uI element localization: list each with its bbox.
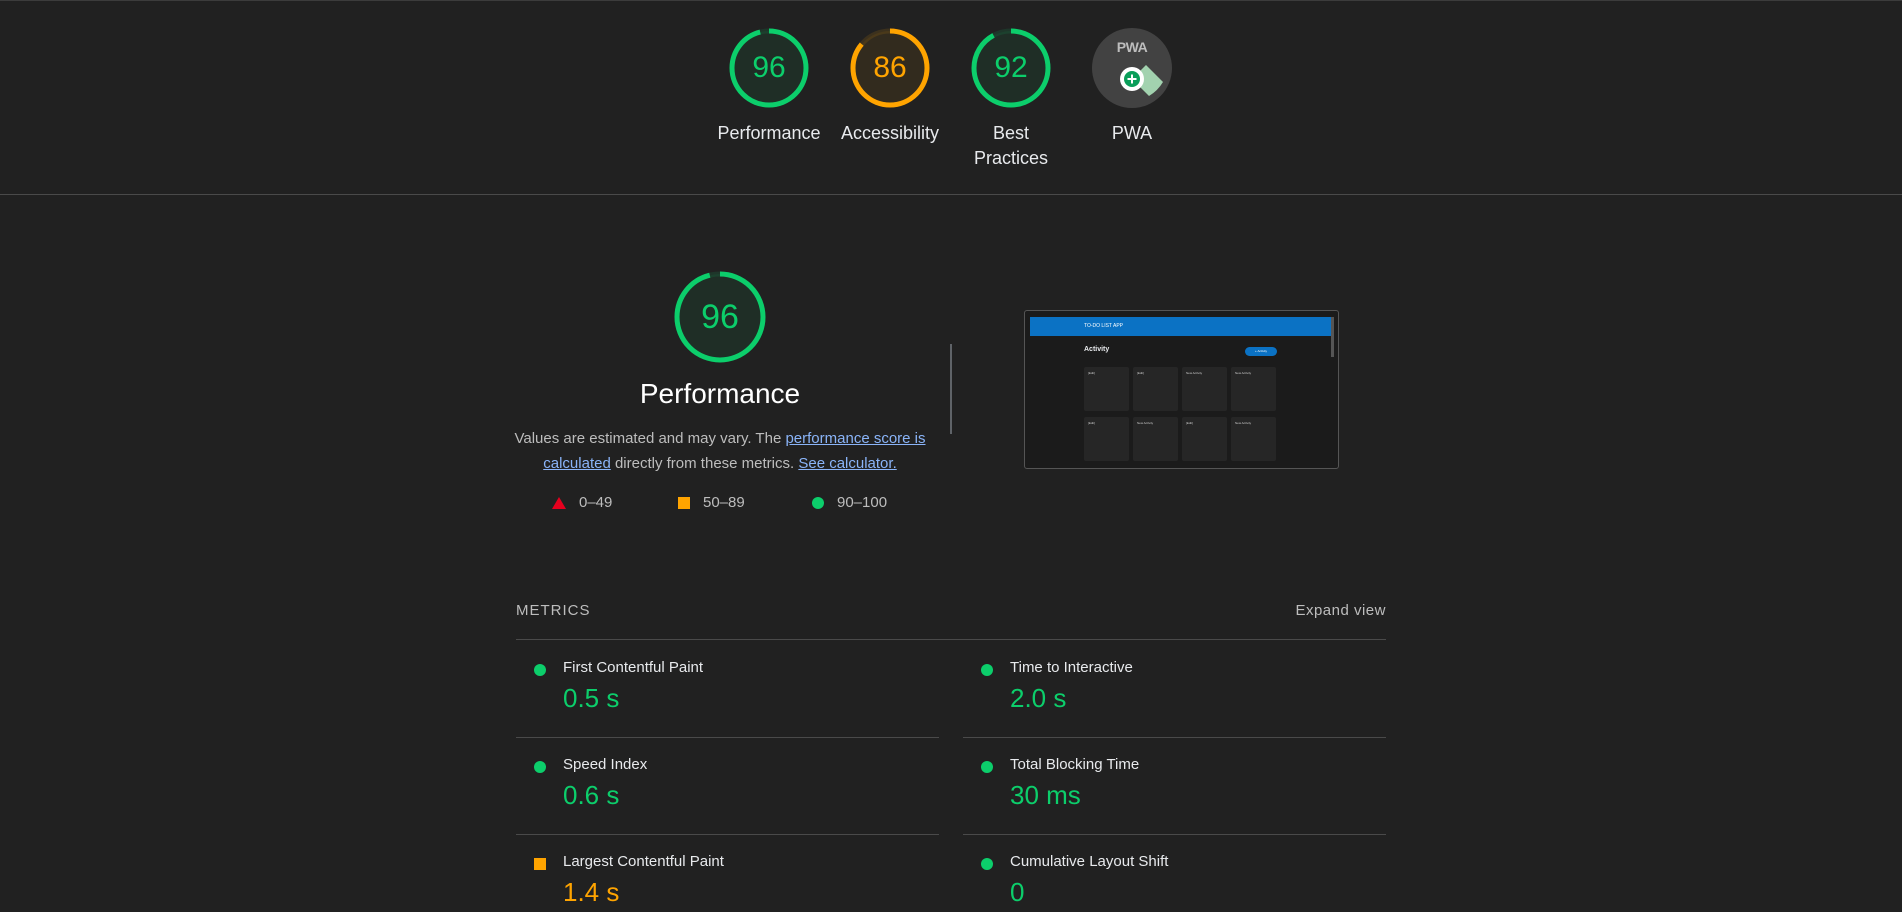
vertical-divider (950, 344, 952, 434)
thumb-card: [Edit] (1084, 367, 1129, 411)
gauge-score: 92 (994, 51, 1028, 84)
gauge-label: Best Practices (973, 123, 1049, 168)
legend-range: 90–100 (837, 494, 888, 511)
performance-header: 96 Performance Values are estimated and … (510, 270, 930, 476)
metric-label: Largest Contentful Paint (563, 853, 724, 870)
gauge-pwa[interactable]: PWA PWA (1067, 27, 1197, 146)
performance-gauge: 96 (673, 270, 767, 364)
legend-pass: 90–100 (812, 494, 887, 511)
pass-indicator-icon (981, 664, 993, 676)
score-scale-legend: 0–49 50–89 90–100 (548, 494, 908, 516)
circle-icon (812, 496, 824, 509)
thumb-card-label: [Edit] (1186, 421, 1193, 425)
description-text: directly from these metrics. (610, 455, 799, 472)
metrics-header: METRICS Expand view (516, 602, 1386, 640)
thumb-card: [Edit] (1084, 417, 1129, 461)
metric-first-contentful-paint[interactable]: First Contentful Paint 0.5 s (516, 641, 939, 738)
metric-largest-contentful-paint[interactable]: Largest Contentful Paint 1.4 s (516, 835, 939, 912)
thumb-card: New Activity (1231, 417, 1276, 461)
legend-average: 50–89 (678, 494, 745, 511)
metric-label: Speed Index (563, 756, 648, 773)
pwa-badge-icon: PWA (1091, 27, 1173, 109)
thumb-card-label: [Edit] (1137, 371, 1144, 375)
gauge-best-practices[interactable]: 92 Best Practices (946, 27, 1076, 171)
metric-label: Cumulative Layout Shift (1010, 853, 1169, 870)
thumb-card-label: New Activity (1186, 371, 1203, 375)
triangle-icon (552, 496, 566, 509)
category-score-strip: 96 Performance 86 Accessibility 92 Best … (0, 0, 1902, 195)
gauge-label: Performance (717, 123, 821, 143)
thumb-app-bar: TO-DO LIST APP (1030, 317, 1332, 336)
metric-total-blocking-time[interactable]: Total Blocking Time 30 ms (963, 738, 1386, 835)
thumb-heading: Activity (1084, 346, 1110, 353)
gauge-label: Accessibility (840, 123, 940, 143)
description-text: Values are estimated and may vary. The (514, 430, 786, 447)
metric-value: 2.0 s (1010, 683, 1067, 713)
thumb-card: [Edit] (1182, 417, 1227, 461)
thumb-card-label: New Activity (1235, 421, 1252, 425)
metric-label: First Contentful Paint (563, 659, 704, 676)
thumb-card-label: [Edit] (1088, 421, 1095, 425)
see-calculator-link[interactable]: See calculator. (798, 455, 896, 472)
metric-speed-index[interactable]: Speed Index 0.6 s (516, 738, 939, 835)
gauge-performance[interactable]: 96 Performance (704, 27, 834, 146)
thumb-card: [Edit] (1133, 367, 1178, 411)
final-screenshot[interactable]: TO-DO LIST APP Activity + Activity [Edit… (1024, 310, 1339, 469)
performance-title: Performance (639, 378, 801, 409)
pass-indicator-icon (534, 664, 546, 676)
performance-score: 96 (701, 298, 739, 336)
gauge-ring: 92 (970, 27, 1052, 109)
gauge-ring: 96 (728, 27, 810, 109)
expand-view-button[interactable]: Expand view (1295, 602, 1386, 619)
pwa-badge-text: PWA (1116, 39, 1148, 55)
gauge-score: 96 (752, 51, 786, 84)
metric-label: Time to Interactive (1010, 659, 1133, 676)
thumb-card: New Activity (1133, 417, 1178, 461)
metric-value: 0.5 s (563, 683, 620, 713)
metric-label: Total Blocking Time (1010, 756, 1140, 773)
thumb-card-label: New Activity (1235, 371, 1252, 375)
thumb-card: New Activity (1182, 367, 1227, 411)
thumb-card-label: [Edit] (1088, 371, 1095, 375)
metric-value: 1.4 s (563, 877, 620, 907)
square-icon (678, 496, 690, 509)
metric-value: 0.6 s (563, 780, 620, 810)
gauge-score: 86 (873, 51, 907, 84)
thumb-card-label: New Activity (1137, 421, 1154, 425)
pass-indicator-icon (981, 761, 993, 773)
pass-indicator-icon (534, 761, 546, 773)
legend-fail: 0–49 (552, 494, 612, 511)
average-indicator-icon (534, 858, 546, 870)
metric-time-to-interactive[interactable]: Time to Interactive 2.0 s (963, 641, 1386, 738)
metric-cumulative-layout-shift[interactable]: Cumulative Layout Shift 0 (963, 835, 1386, 912)
pass-indicator-icon (981, 858, 993, 870)
gauge-accessibility[interactable]: 86 Accessibility (825, 27, 955, 146)
performance-description: Values are estimated and may vary. The p… (510, 426, 930, 476)
legend-range: 0–49 (579, 494, 613, 511)
metric-value: 0 (1010, 877, 1025, 907)
gauge-ring: 86 (849, 27, 931, 109)
thumb-add-button: + Activity (1245, 347, 1277, 356)
legend-range: 50–89 (703, 494, 745, 511)
metrics-title: METRICS (516, 602, 591, 619)
metric-value: 30 ms (1010, 780, 1081, 810)
thumb-scrollbar (1331, 317, 1334, 357)
gauge-label: PWA (1111, 123, 1153, 143)
thumb-card: New Activity (1231, 367, 1276, 411)
